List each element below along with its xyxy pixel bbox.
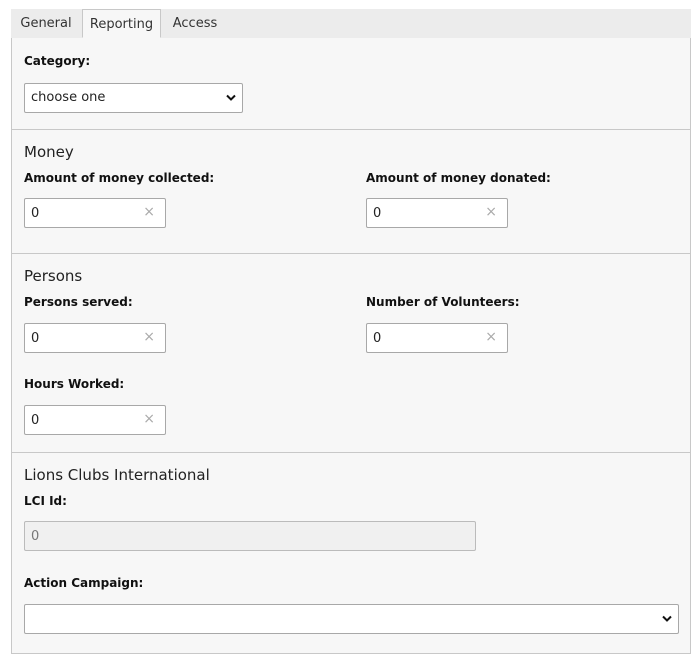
lci-section: Lions Clubs International LCI Id: 0 Acti… [12,452,690,653]
money-donated-input[interactable]: 0 × [366,198,508,228]
hours-worked-value: 0 [31,413,40,428]
persons-served-label: Persons served: [24,295,133,309]
persons-heading: Persons [24,267,83,285]
category-label: Category: [24,54,91,68]
volunteers-input[interactable]: 0 × [366,323,508,353]
volunteers-value: 0 [373,331,382,346]
reporting-panel: Category: choose one Money Amount of mon… [11,38,691,654]
clear-icon[interactable]: × [143,411,155,427]
money-section: Money Amount of money collected: 0 × Amo… [12,129,690,254]
lci-id-value: 0 [31,529,40,544]
hours-worked-label: Hours Worked: [24,377,125,391]
chevron-down-icon [226,94,236,101]
action-campaign-label: Action Campaign: [24,576,144,590]
lci-id-input: 0 [24,521,476,551]
volunteers-label: Number of Volunteers: [366,295,520,309]
chevron-down-icon [662,615,672,622]
clear-icon[interactable]: × [143,329,155,345]
money-collected-input[interactable]: 0 × [24,198,166,228]
tab-access[interactable]: Access [163,9,227,38]
money-donated-value: 0 [373,206,382,221]
money-heading: Money [24,143,74,161]
tab-bar: General Reporting Access [11,9,691,39]
category-select[interactable]: choose one [24,83,243,113]
persons-section: Persons Persons served: 0 × Number of Vo… [12,253,690,453]
money-donated-label: Amount of money donated: [366,171,551,185]
clear-icon[interactable]: × [143,204,155,220]
action-campaign-select[interactable] [24,604,679,634]
persons-served-input[interactable]: 0 × [24,323,166,353]
money-collected-label: Amount of money collected: [24,171,215,185]
category-select-value: choose one [31,90,106,105]
lci-id-label: LCI Id: [24,494,67,508]
money-collected-value: 0 [31,206,40,221]
tab-reporting[interactable]: Reporting [82,9,161,38]
lci-heading: Lions Clubs International [24,466,210,484]
tab-general[interactable]: General [11,9,81,38]
persons-served-value: 0 [31,331,40,346]
clear-icon[interactable]: × [485,329,497,345]
clear-icon[interactable]: × [485,204,497,220]
hours-worked-input[interactable]: 0 × [24,405,166,435]
